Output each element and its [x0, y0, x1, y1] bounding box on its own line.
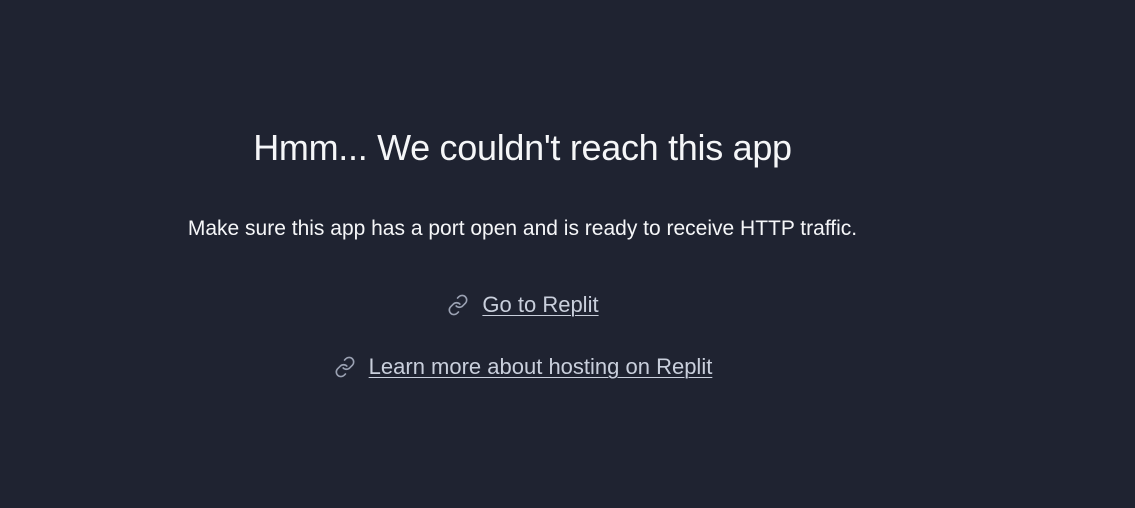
learn-more-hosting-row[interactable]: Learn more about hosting on Replit	[0, 352, 1045, 382]
learn-more-hosting-link[interactable]: Learn more about hosting on Replit	[369, 352, 713, 382]
page-title: Hmm... We couldn't reach this app	[253, 127, 792, 168]
link-icon	[333, 355, 357, 379]
error-message: Make sure this app has a port open and i…	[187, 217, 858, 240]
go-to-replit-link[interactable]: Go to Replit	[482, 290, 598, 320]
error-content: Hmm... We couldn't reach this app Make s…	[0, 0, 1045, 508]
go-to-replit-row[interactable]: Go to Replit	[0, 290, 1045, 320]
link-icon	[446, 293, 470, 317]
error-page: Hmm... We couldn't reach this app Make s…	[0, 0, 1135, 508]
